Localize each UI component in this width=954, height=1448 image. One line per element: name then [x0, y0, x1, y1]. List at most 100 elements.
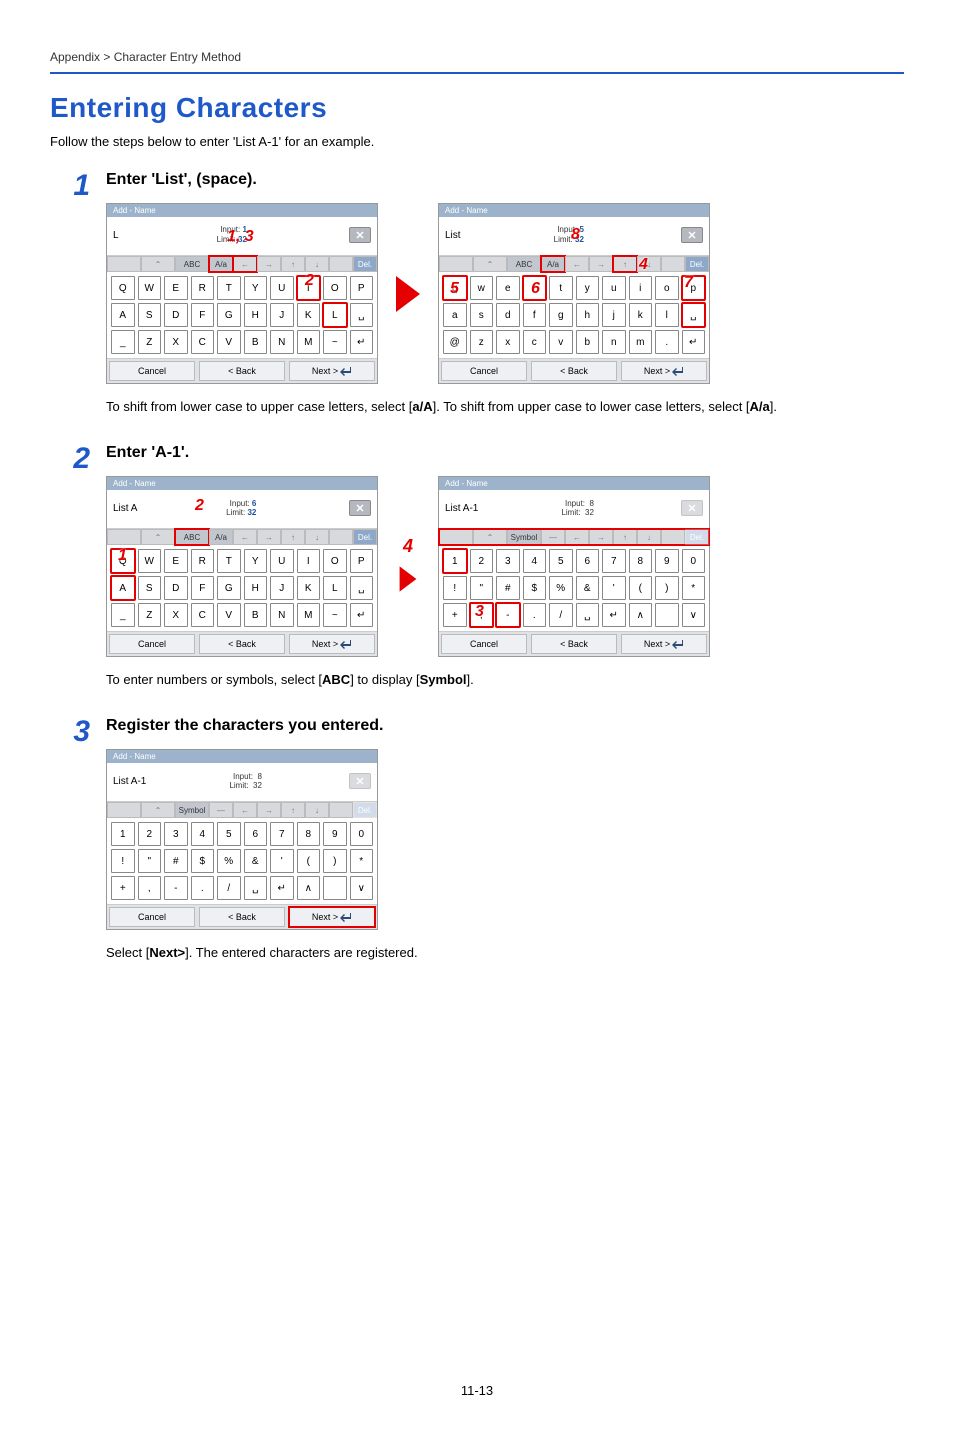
key[interactable]: x: [496, 330, 520, 354]
key[interactable]: t: [549, 276, 573, 300]
key[interactable]: I: [297, 549, 321, 573]
key[interactable]: 7: [602, 549, 626, 573]
tool-blank[interactable]: ⌃: [141, 802, 175, 818]
key[interactable]: 8: [297, 822, 321, 846]
back-button[interactable]: < Back: [531, 361, 617, 381]
key[interactable]: 9: [655, 549, 679, 573]
key[interactable]: .: [191, 876, 215, 900]
key[interactable]: ": [138, 849, 162, 873]
key[interactable]: B: [244, 330, 268, 354]
key[interactable]: ): [323, 849, 347, 873]
cursor-down-button[interactable]: ↓: [305, 529, 329, 545]
key[interactable]: O: [323, 276, 347, 300]
key[interactable]: D: [164, 303, 188, 327]
tool-blank[interactable]: ⌃: [473, 529, 507, 545]
key[interactable]: ~: [323, 330, 347, 354]
key[interactable]: d: [496, 303, 520, 327]
enter-key[interactable]: ↵: [350, 330, 374, 354]
key[interactable]: _: [111, 603, 135, 627]
key[interactable]: G: [217, 576, 241, 600]
key[interactable]: S: [138, 303, 162, 327]
key[interactable]: J: [270, 576, 294, 600]
space-key[interactable]: ␣: [350, 576, 374, 600]
key[interactable]: R: [191, 276, 215, 300]
key[interactable]: V: [217, 603, 241, 627]
key[interactable]: n: [602, 330, 626, 354]
cursor-right-button[interactable]: →: [257, 529, 281, 545]
tool-blank[interactable]: [661, 529, 685, 545]
del-button[interactable]: Del.: [353, 802, 377, 818]
key[interactable]: +: [111, 876, 135, 900]
cursor-right-button[interactable]: →: [257, 256, 281, 272]
key[interactable]: P: [350, 549, 374, 573]
key[interactable]: K: [297, 576, 321, 600]
key[interactable]: U: [270, 276, 294, 300]
key[interactable]: 1: [443, 549, 467, 573]
key[interactable]: ': [602, 576, 626, 600]
key[interactable]: S: [138, 576, 162, 600]
delete-char-button[interactable]: [349, 500, 371, 516]
tool-blank[interactable]: —: [209, 802, 233, 818]
cursor-right-button[interactable]: →: [589, 256, 613, 272]
cancel-button[interactable]: Cancel: [109, 361, 195, 381]
key[interactable]: a: [443, 303, 467, 327]
abc-button[interactable]: ABC: [175, 529, 209, 545]
key[interactable]: &: [576, 576, 600, 600]
key[interactable]: E: [164, 276, 188, 300]
cursor-up-button[interactable]: ↑: [281, 802, 305, 818]
cursor-left-button[interactable]: ←: [233, 802, 257, 818]
page-down-key[interactable]: ∨: [682, 603, 706, 627]
key[interactable]: Z: [138, 330, 162, 354]
key[interactable]: *: [682, 576, 706, 600]
key[interactable]: ,: [470, 603, 494, 627]
delete-char-button[interactable]: [681, 500, 703, 516]
key[interactable]: l: [655, 303, 679, 327]
key[interactable]: ": [470, 576, 494, 600]
key[interactable]: j: [602, 303, 626, 327]
key[interactable]: w: [470, 276, 494, 300]
key[interactable]: C: [191, 603, 215, 627]
delete-char-button[interactable]: [681, 227, 703, 243]
space-key[interactable]: ␣: [244, 876, 268, 900]
delete-char-button[interactable]: [349, 227, 371, 243]
key[interactable]: 7: [270, 822, 294, 846]
key[interactable]: 6: [576, 549, 600, 573]
key[interactable]: L: [323, 576, 347, 600]
key[interactable]: s: [470, 303, 494, 327]
cursor-up-button[interactable]: ↑: [613, 256, 637, 272]
abc-button[interactable]: ABC: [175, 256, 209, 272]
key[interactable]: z: [470, 330, 494, 354]
key[interactable]: h: [576, 303, 600, 327]
key[interactable]: F: [191, 576, 215, 600]
key[interactable]: u: [602, 276, 626, 300]
key[interactable]: i: [629, 276, 653, 300]
back-button[interactable]: < Back: [531, 634, 617, 654]
key[interactable]: X: [164, 330, 188, 354]
cancel-button[interactable]: Cancel: [109, 634, 195, 654]
key[interactable]: !: [111, 849, 135, 873]
key[interactable]: q: [443, 276, 467, 300]
key[interactable]: H: [244, 303, 268, 327]
key[interactable]: 1: [111, 822, 135, 846]
key[interactable]: F: [191, 303, 215, 327]
key[interactable]: @: [443, 330, 467, 354]
key[interactable]: J: [270, 303, 294, 327]
tool-blank[interactable]: ⌃: [473, 256, 507, 272]
key[interactable]: k: [629, 303, 653, 327]
key[interactable]: -: [164, 876, 188, 900]
key[interactable]: G: [217, 303, 241, 327]
case-toggle-button[interactable]: A/a: [541, 256, 565, 272]
key[interactable]: %: [217, 849, 241, 873]
key[interactable]: #: [164, 849, 188, 873]
key[interactable]: Q: [111, 549, 135, 573]
key[interactable]: y: [576, 276, 600, 300]
key[interactable]: 0: [682, 549, 706, 573]
cancel-button[interactable]: Cancel: [109, 907, 195, 927]
tool-blank[interactable]: [329, 529, 353, 545]
key[interactable]: $: [191, 849, 215, 873]
key[interactable]: P: [350, 276, 374, 300]
cursor-down-button[interactable]: ↓: [305, 256, 329, 272]
key[interactable]: ': [270, 849, 294, 873]
cursor-left-button[interactable]: ←: [233, 256, 257, 272]
key[interactable]: m: [629, 330, 653, 354]
